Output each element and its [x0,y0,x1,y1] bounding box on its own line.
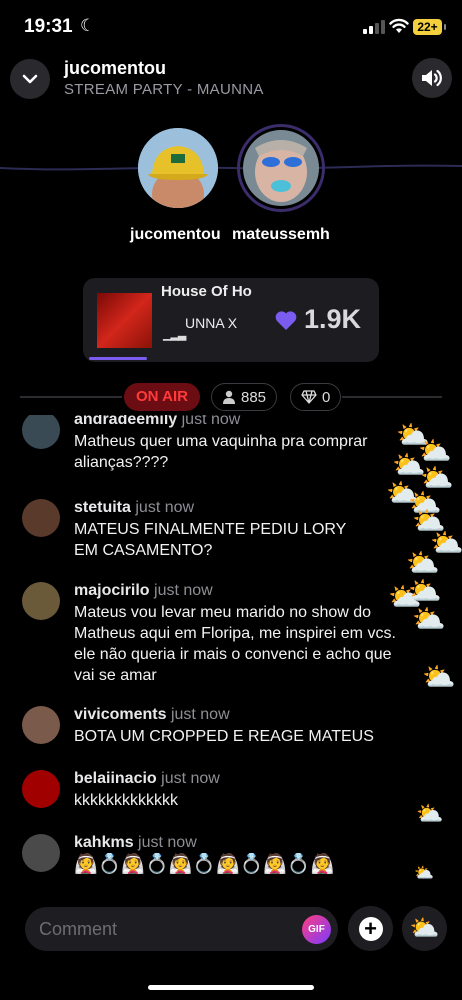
listener-count: 885 [241,388,267,406]
gif-button[interactable]: GIF [302,915,331,944]
comment-text: Matheus quer uma vaquinha pra comprar al… [74,433,368,471]
host-mateussemh[interactable] [237,124,325,212]
comment-item: vivicoments just now BOTA UM CROPPED E R… [22,706,424,747]
avatar [22,834,60,872]
stream-host-title: jucomentou [64,58,166,78]
comment-text: 👰💍👰💍👰💍👰💍👰💍👰 [74,854,335,875]
equalizer-icon: ▁▂▃ [163,329,186,341]
speaker-icon [422,69,442,87]
avatar [22,706,60,744]
sun-cloud-icon: ⛅ [414,865,434,882]
battery-indicator: 22+ [413,19,446,35]
chevron-down-icon [22,74,38,84]
diamond-count-pill[interactable]: 0 [290,383,342,411]
home-indicator[interactable] [148,985,314,990]
sun-cloud-icon: ⛅ [412,604,446,634]
comment-username[interactable]: vivicoments [74,706,166,723]
sun-cloud-icon: ⛅ [406,548,440,578]
listener-count-pill[interactable]: 885 [211,383,278,411]
host-jucomentou[interactable] [138,128,218,208]
comment-username[interactable]: kahkms [74,834,134,851]
comment-username[interactable]: belaiinacio [74,770,157,787]
sun-cloud-icon: ⛅ [416,801,444,826]
like-button[interactable]: 1.9K [274,304,361,335]
comment-text: MATEUS FINALMENTE PEDIU LORY EM CASAMENT… [74,521,347,559]
host-name-label: mateussemh [232,226,330,243]
comment-item: majocirilo just now Mateus vou levar meu… [22,582,444,686]
add-button[interactable]: + [348,906,393,951]
comment-time: just now [138,834,197,851]
comment-text: BOTA UM CROPPED E REAGE MATEUS [74,728,374,745]
comment-input[interactable] [25,907,338,951]
status-time: 19:31 [24,16,73,37]
comment-time: just now [154,582,213,599]
wifi-icon [389,18,409,33]
now-playing-card[interactable]: House Of Ho ▁▂▃ UNNA X 1.9K [83,278,379,362]
avatar [22,415,60,449]
volume-button[interactable] [412,58,452,98]
track-title: House Of Ho [161,283,252,300]
comment-item: stetuita just now MATEUS FINALMENTE PEDI… [22,499,424,561]
sun-cloud-icon: ⛅ [422,662,456,692]
on-air-badge: ON AIR [124,383,200,411]
comment-text: Mateus vou levar meu marido no show do M… [74,604,396,684]
avatar [243,130,319,206]
sun-cloud-icon: ⛅ [409,915,440,942]
track-progress-bar [89,357,147,360]
avatar [22,582,60,620]
heart-icon [275,310,297,330]
moon-icon: ☾ [80,16,96,35]
sun-cloud-icon: ⛅ [408,576,442,606]
weather-reaction-button[interactable]: ⛅ [402,906,447,951]
comment-time: just now [161,770,220,787]
divider [20,396,122,398]
album-cover [97,293,152,348]
avatar [138,128,218,208]
comment-time: just now [181,415,241,428]
comment-username[interactable]: andradeemily [74,415,177,428]
plus-icon: + [358,916,383,941]
divider [342,396,442,398]
avatar [22,499,60,537]
comment-text: kkkkkkkkkkkkk [74,792,178,809]
status-bar: 19:31 ☾ 22+ [0,0,462,54]
host-name-label: jucomentou [130,226,221,243]
track-artist: UNNA X [185,315,238,331]
stream-subtitle: STREAM PARTY - MAUNNA [64,81,264,98]
audio-wave-line [0,164,462,171]
like-count: 1.9K [304,304,362,334]
avatar [22,770,60,808]
signal-icon [363,20,385,34]
diamond-count: 0 [322,388,331,406]
comment-time: just now [170,706,230,723]
comment-time: just now [135,499,195,516]
comment-item: andradeemily just now Matheus quer uma v… [22,415,424,473]
collapse-button[interactable] [10,59,50,99]
comment-item: belaiinacio just now kkkkkkkkkkkkk [22,770,424,811]
comment-item: kahkms just now 👰💍👰💍👰💍👰💍👰💍👰 [22,834,424,875]
comment-username[interactable]: majocirilo [74,582,150,599]
comment-username[interactable]: stetuita [74,499,131,516]
person-icon [223,390,235,404]
diamond-icon [301,390,317,404]
